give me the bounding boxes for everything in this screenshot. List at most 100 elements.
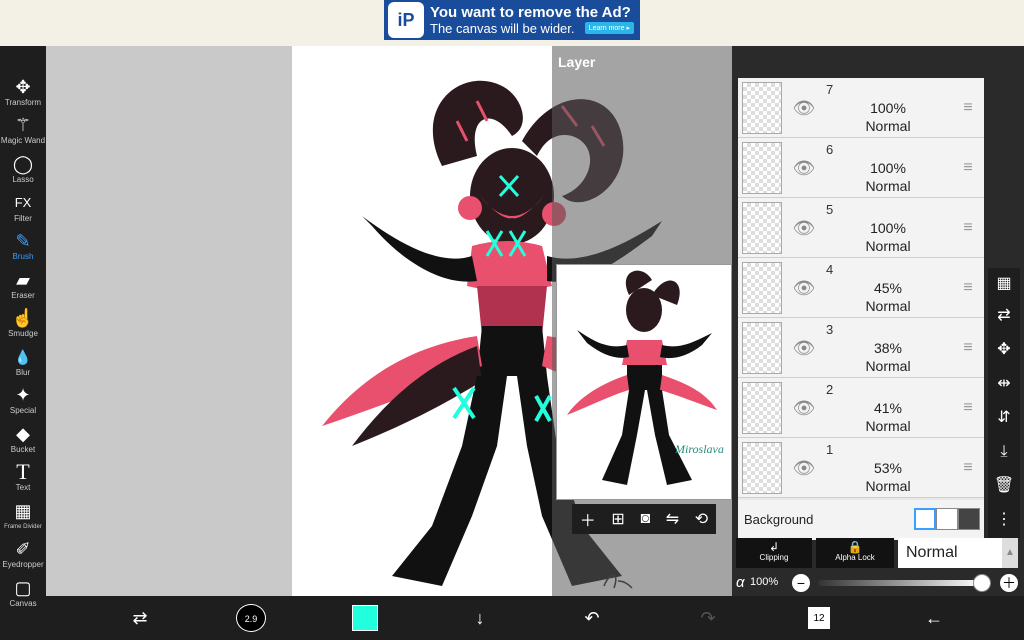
brush-icon: ✎: [15, 231, 31, 251]
tool-label: Brush: [12, 252, 34, 261]
camera-icon[interactable]: ◙: [640, 510, 650, 528]
color-swatch[interactable]: [352, 605, 378, 631]
fx-icon: FX: [14, 195, 32, 210]
layer-opacity: 41%: [873, 400, 903, 416]
alpha-lock-button[interactable]: 🔒 Alpha Lock: [816, 538, 894, 568]
learn-more-button[interactable]: Learn more ▸: [584, 22, 634, 34]
tool-sidebar: ✥ Transform ⚚ Magic Wand ◯ Lasso FX Filt…: [0, 46, 46, 640]
special-pen-icon: ✦: [15, 385, 31, 405]
tool-lasso[interactable]: ◯ Lasso: [0, 153, 46, 191]
layer-row[interactable]: 👁 7 100% Normal ≡: [738, 78, 984, 138]
drag-handle-icon[interactable]: ≡: [960, 280, 976, 296]
text-icon: T: [16, 459, 30, 484]
drag-handle-icon[interactable]: ≡: [960, 400, 976, 416]
merge-down-icon[interactable]: ⤓: [988, 436, 1020, 468]
flip-horizontal-icon[interactable]: ⇹: [988, 368, 1020, 400]
download-arrow-icon[interactable]: ↓: [466, 604, 494, 632]
more-icon[interactable]: ⋮: [988, 504, 1020, 536]
drag-handle-icon[interactable]: ≡: [960, 100, 976, 116]
flip-vertical-icon[interactable]: ⇵: [988, 402, 1020, 434]
background-transparent-swatch[interactable]: [936, 508, 958, 530]
background-dark-swatch[interactable]: [958, 508, 980, 530]
tool-special[interactable]: ✦ Special: [0, 384, 46, 422]
layer-preview-thumbnail[interactable]: Miroslava: [556, 264, 732, 500]
drag-handle-icon[interactable]: ≡: [960, 160, 976, 176]
eye-icon[interactable]: 👁: [792, 336, 816, 360]
opacity-slider-track[interactable]: [818, 580, 982, 586]
alpha-lock-label: Alpha Lock: [835, 553, 875, 562]
undo-icon[interactable]: ↶: [578, 604, 606, 632]
move-arrows-icon: ✥: [15, 77, 31, 97]
eye-icon[interactable]: 👁: [792, 96, 816, 120]
clipping-label: Clipping: [759, 553, 789, 562]
layer-row[interactable]: 👁 2 41% Normal ≡: [738, 378, 984, 438]
tool-label: Frame Divider: [4, 524, 42, 530]
clipping-button[interactable]: ↲ Clipping: [736, 538, 812, 568]
redo-icon[interactable]: ↷: [694, 604, 722, 632]
tool-filter[interactable]: FX Filter: [0, 192, 46, 230]
layer-row[interactable]: 👁 4 45% Normal ≡: [738, 258, 984, 318]
layer-number: 1: [826, 442, 834, 457]
rotate-icon[interactable]: ⟲: [695, 509, 708, 529]
tool-eyedropper[interactable]: ✐ Eyedropper: [0, 538, 46, 576]
transfer-icon[interactable]: ⇄: [988, 300, 1020, 332]
preview-artwork: Miroslava: [567, 270, 724, 485]
tool-blur[interactable]: 💧 Blur: [0, 346, 46, 384]
brush-size-indicator[interactable]: 2.9: [236, 604, 266, 632]
dropdown-arrow-icon[interactable]: ▲: [1002, 538, 1018, 568]
checker-icon[interactable]: ▦: [988, 268, 1020, 300]
eye-icon[interactable]: 👁: [792, 456, 816, 480]
tool-brush[interactable]: ✎ Brush: [0, 230, 46, 268]
opacity-slider-knob[interactable]: [973, 574, 991, 592]
back-arrow-icon[interactable]: ←: [920, 604, 948, 632]
brush-eraser-swap-icon[interactable]: ⇄: [126, 604, 154, 632]
background-layer-row[interactable]: Background: [738, 500, 984, 540]
tool-canvas[interactable]: ▢ Canvas: [0, 577, 46, 615]
eye-icon[interactable]: 👁: [792, 156, 816, 180]
layer-thumbnail: [742, 442, 782, 494]
flip-icon[interactable]: ⇋: [666, 509, 679, 529]
background-white-swatch[interactable]: [914, 508, 936, 530]
blend-mode-select[interactable]: Normal: [898, 538, 1002, 568]
layer-row[interactable]: 👁 3 38% Normal ≡: [738, 318, 984, 378]
eye-icon[interactable]: 👁: [792, 216, 816, 240]
plus-icon[interactable]: ＋: [580, 507, 596, 531]
layer-row[interactable]: 👁 6 100% Normal ≡: [738, 138, 984, 198]
alpha-symbol: α: [736, 574, 745, 591]
layer-panel-title: Layer: [558, 54, 596, 70]
layer-count-button[interactable]: 12: [808, 607, 830, 629]
layer-number: 4: [826, 262, 834, 277]
tool-label: Smudge: [8, 329, 38, 338]
layer-row[interactable]: 👁 5 100% Normal ≡: [738, 198, 984, 258]
tool-label: Magic Wand: [0, 136, 46, 145]
minus-icon[interactable]: −: [792, 574, 810, 592]
eye-icon[interactable]: 👁: [792, 396, 816, 420]
layer-preview-overlay: Layer Miroslava ＋ ⊞ ◙ ⇋ ⟲: [552, 46, 732, 596]
tool-eraser[interactable]: ▰ Eraser: [0, 269, 46, 307]
layer-number: 7: [826, 82, 834, 97]
layer-number: 2: [826, 382, 834, 397]
layer-blend-mode: Normal: [865, 358, 911, 374]
tool-frame-divider[interactable]: ▦ Frame Divider: [0, 500, 46, 538]
ad-banner[interactable]: iP You want to remove the Ad? The canvas…: [384, 0, 640, 40]
move-icon[interactable]: ✥: [988, 334, 1020, 366]
layer-blend-mode: Normal: [865, 298, 911, 314]
layer-thumbnail: [742, 382, 782, 434]
bucket-icon: ◆: [16, 424, 30, 444]
trash-icon[interactable]: 🗑: [988, 470, 1020, 502]
tool-transform[interactable]: ✥ Transform: [0, 76, 46, 114]
eye-icon[interactable]: 👁: [792, 276, 816, 300]
tool-bucket[interactable]: ◆ Bucket: [0, 423, 46, 461]
tool-magic-wand[interactable]: ⚚ Magic Wand: [0, 114, 46, 152]
plus-icon[interactable]: ＋: [1000, 574, 1018, 592]
opacity-slider-bar: α 100% − ＋: [736, 572, 1020, 594]
tool-smudge[interactable]: ☝ Smudge: [0, 307, 46, 345]
layer-row[interactable]: 👁 1 53% Normal ≡: [738, 438, 984, 498]
layer-thumbnail: [742, 82, 782, 134]
tool-text[interactable]: T Text: [0, 461, 46, 499]
add-layer-icon[interactable]: ⊞: [611, 509, 624, 529]
drag-handle-icon[interactable]: ≡: [960, 460, 976, 476]
canvas-icon: ▢: [14, 578, 32, 598]
drag-handle-icon[interactable]: ≡: [960, 340, 976, 356]
drag-handle-icon[interactable]: ≡: [960, 220, 976, 236]
